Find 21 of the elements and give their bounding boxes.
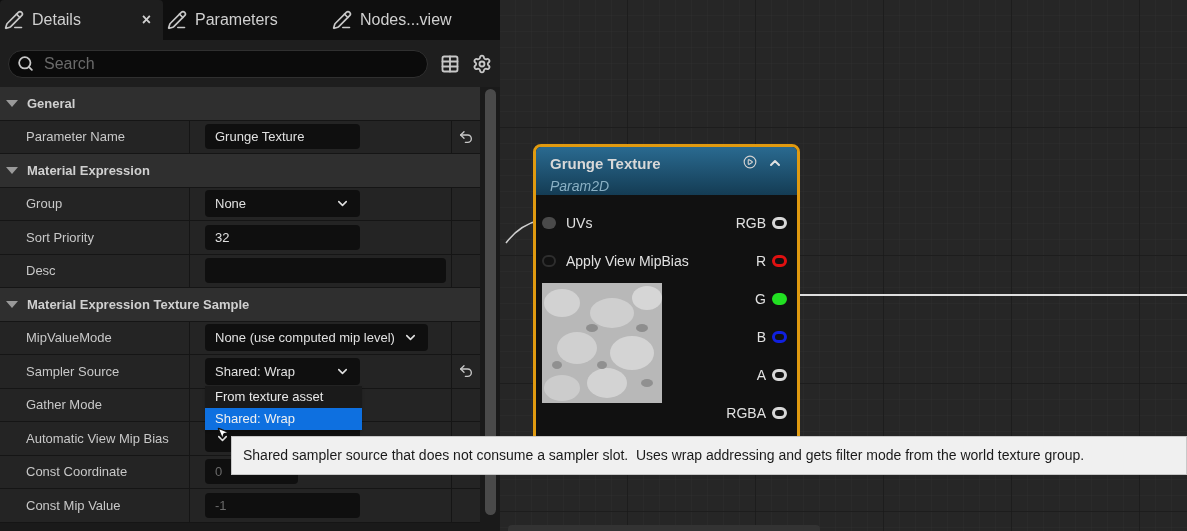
- pin-label: A: [756, 365, 766, 385]
- pin-label: Apply View MipBias: [566, 251, 689, 271]
- property-label: Automatic View Mip Bias: [26, 429, 169, 448]
- pin-label: RGBA: [726, 403, 766, 423]
- pin-label: UVs: [566, 213, 593, 233]
- pin-label: G: [755, 289, 766, 309]
- pin-label: RGB: [735, 213, 766, 233]
- node-title: Grunge Texture: [550, 154, 661, 174]
- property-label: Const Coordinate: [26, 463, 128, 481]
- pin-label: B: [756, 327, 766, 347]
- property-label: MipValueMode: [26, 329, 112, 347]
- property-label: Sort Priority: [26, 228, 94, 247]
- property-label: Gather Mode: [26, 396, 102, 414]
- pin-label: R: [755, 251, 766, 271]
- property-label: Group: [26, 195, 63, 213]
- property-label: Parameter Name: [26, 128, 125, 146]
- property-label: Const Mip Value: [26, 496, 121, 515]
- tooltip: Shared sampler source that does not consume a sampler slot. Uses wrap addressing and gets filter mode from the world texture group.: [231, 436, 1187, 475]
- property-label: Sampler Source: [26, 362, 120, 381]
- property-label: Desc: [26, 262, 56, 280]
- node-subtitle: Param2D: [550, 176, 611, 196]
